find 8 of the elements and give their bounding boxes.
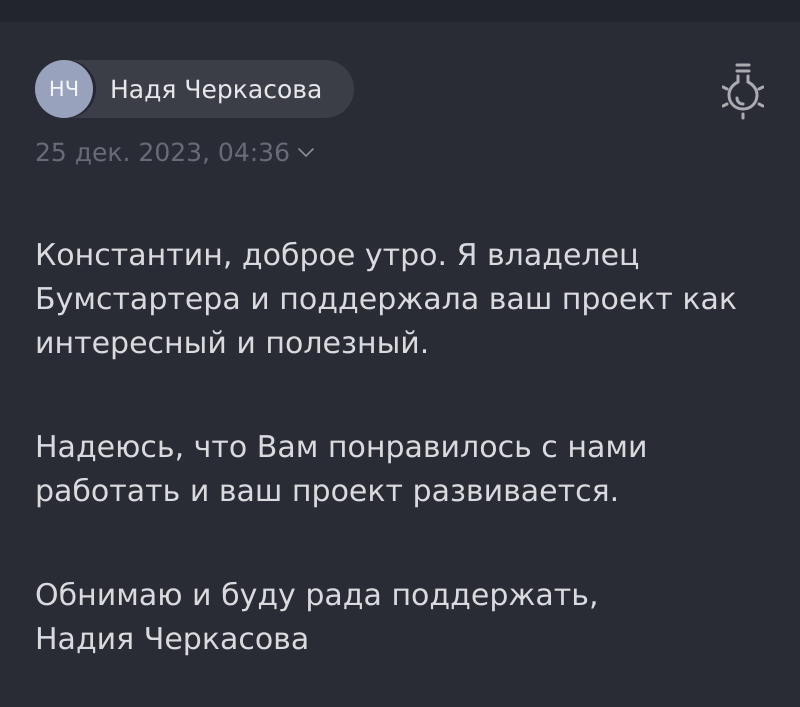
sender-name: Надя Черкасова: [110, 74, 322, 104]
message-paragraph: Надеюсь, что Вам понравилось с нами работать и ваш проект развивается.: [35, 429, 648, 511]
avatar: НЧ: [35, 60, 93, 118]
message-paragraph: Обнимаю и буду рада поддержать, Надия Черкасова: [35, 577, 598, 659]
message-paragraph: Константин, доброе утро. Я владелец Бумстартера и поддержала ваш проект как интересный и полезный.: [35, 237, 738, 363]
lightbulb-icon: [722, 62, 764, 120]
sender-chip[interactable]: НЧ Надя Черкасова: [35, 60, 354, 118]
chevron-down-icon: [298, 148, 314, 157]
